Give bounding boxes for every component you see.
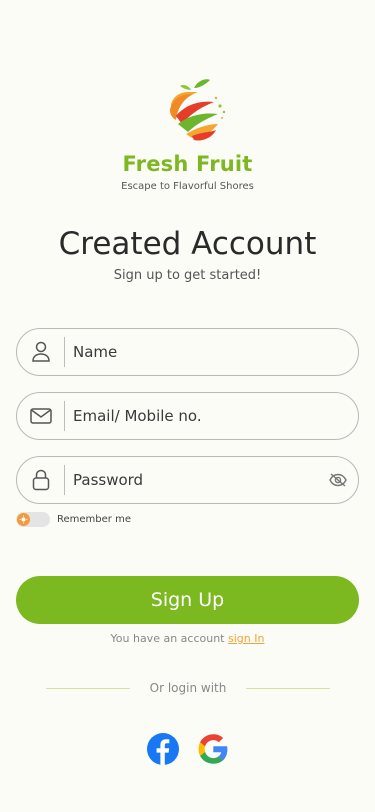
brand-name: Fresh Fruit	[122, 152, 253, 176]
or-login-text: Or login with	[149, 681, 227, 695]
name-field[interactable]: Name	[16, 328, 359, 376]
mail-icon	[17, 393, 64, 439]
remember-me: Remember me	[16, 512, 131, 527]
google-icon[interactable]	[197, 733, 229, 765]
sun-icon	[19, 515, 28, 524]
remember-label: Remember me	[57, 514, 131, 525]
page-title: Created Account	[58, 226, 317, 262]
sign-up-button[interactable]: Sign Up	[16, 576, 359, 624]
lock-icon	[17, 457, 64, 503]
divider-line-right	[246, 688, 330, 689]
password-field[interactable]: Password	[16, 456, 359, 504]
page-subtitle: Sign up to get started!	[113, 268, 262, 283]
user-icon	[17, 329, 64, 375]
have-account-text: You have an account	[110, 632, 225, 645]
eye-off-icon[interactable]	[318, 473, 358, 487]
sign-in-link[interactable]: sign In	[228, 632, 264, 645]
remember-toggle[interactable]	[16, 512, 50, 527]
toggle-knob	[17, 513, 30, 526]
have-account-row: You have an account sign In	[0, 632, 375, 645]
facebook-icon[interactable]	[147, 733, 179, 765]
password-placeholder: Password	[73, 471, 144, 489]
name-placeholder: Name	[73, 343, 118, 361]
sign-up-screen: Fresh Fruit Escape to Flavorful Shores C…	[0, 0, 375, 812]
email-field[interactable]: Email/ Mobile no.	[16, 392, 359, 440]
brand-tagline: Escape to Flavorful Shores	[121, 181, 254, 192]
or-divider: Or login with	[46, 681, 330, 697]
divider-line-left	[46, 688, 130, 689]
fresh-fruit-logo-icon	[170, 79, 226, 141]
email-placeholder: Email/ Mobile no.	[73, 407, 202, 425]
